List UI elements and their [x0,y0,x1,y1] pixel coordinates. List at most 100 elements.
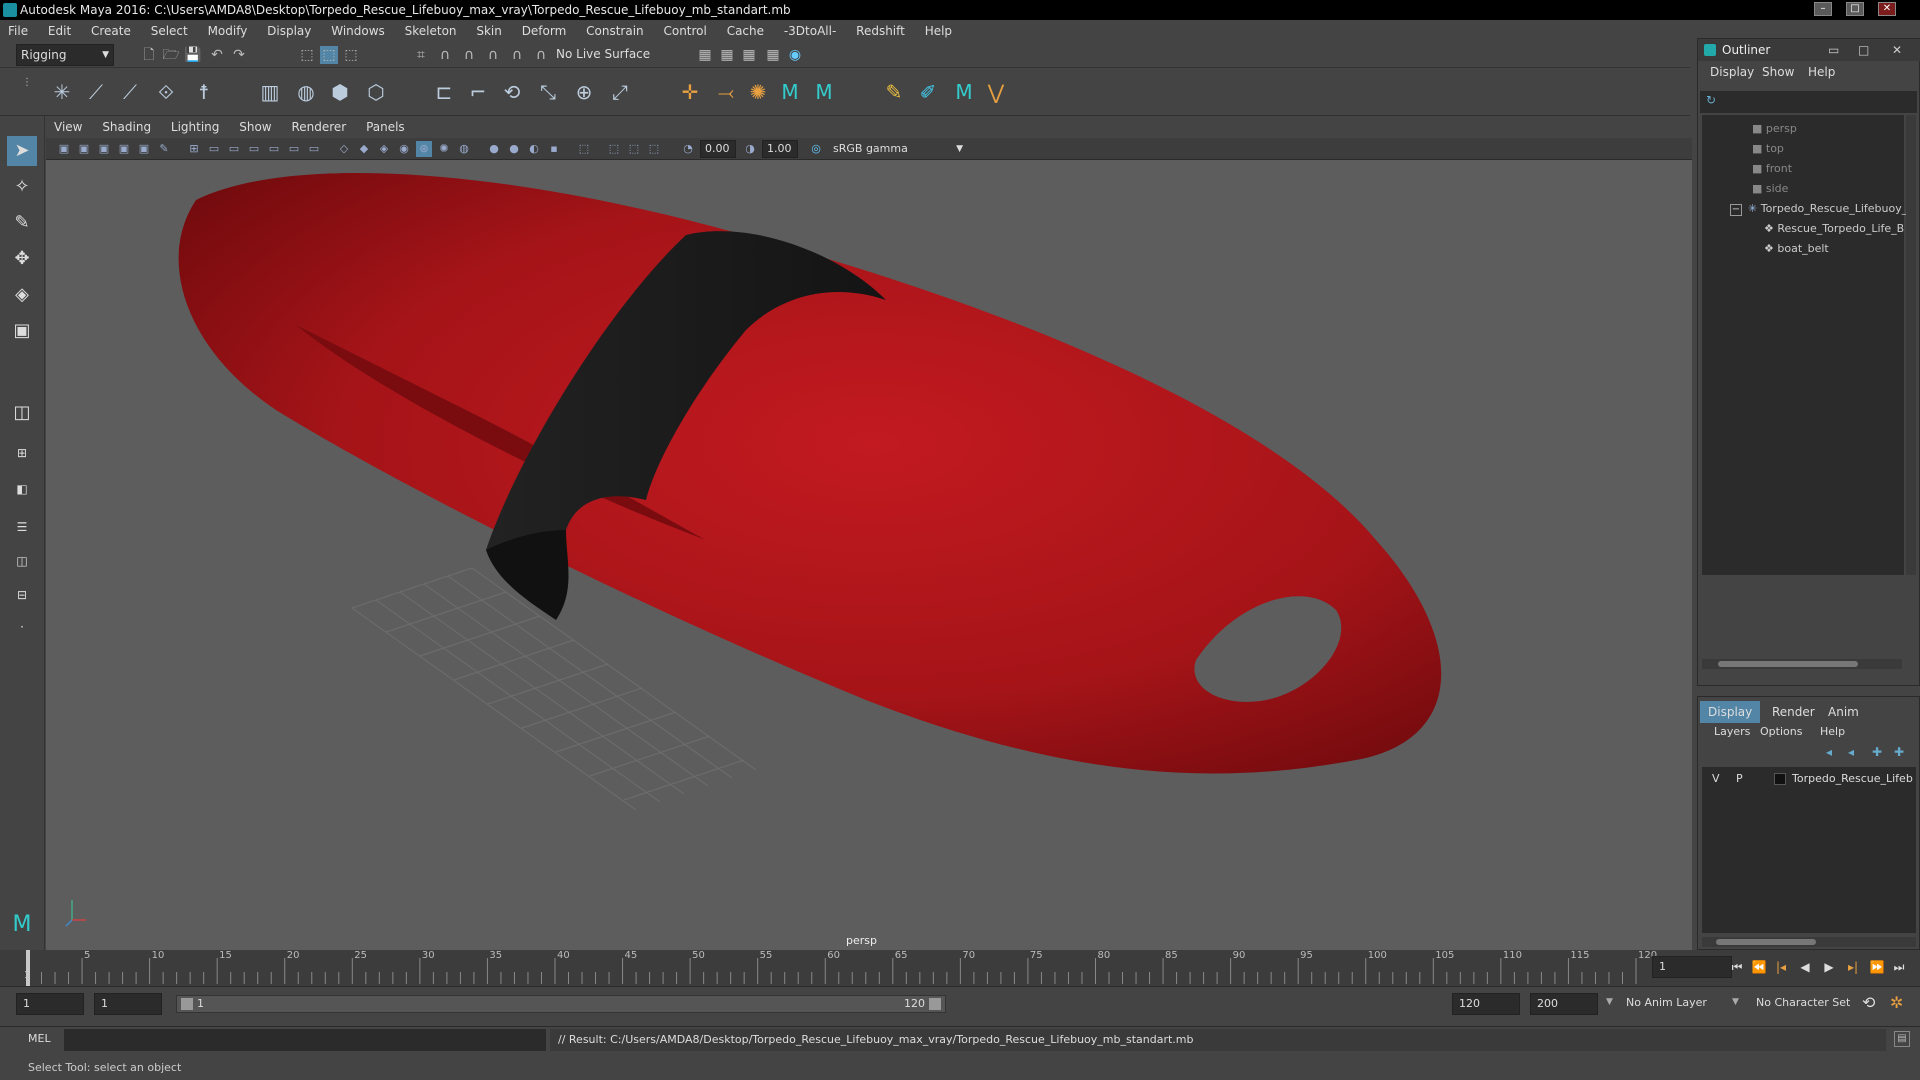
layer-row[interactable]: V P Torpedo_Rescue_Lifeb [1702,769,1916,789]
layout-two-icon[interactable]: ◧ [7,474,37,504]
mash-tool-icon[interactable]: M [950,78,978,106]
play-forward-icon[interactable]: ▶ [1820,958,1838,976]
field-chart-icon[interactable]: ▭ [266,141,282,157]
layers-menu-layers[interactable]: Layers [1714,725,1750,738]
grid-toggle-icon[interactable]: ⊞ [186,141,202,157]
constraint-aim-icon[interactable]: ⊕ [570,78,598,106]
outliner-search-field[interactable]: ↻ [1700,91,1917,113]
color-management-icon[interactable]: ◎ [808,141,824,157]
maximize-button[interactable]: □ [1846,2,1864,16]
refresh-icon[interactable]: ↻ [1706,93,1716,107]
menu-windows[interactable]: Windows [323,20,393,42]
make-live-icon[interactable]: ∩ [532,46,550,64]
range-start-handle[interactable] [181,998,193,1010]
outliner-item-boat-belt[interactable]: ❖ boat_belt [1764,239,1829,259]
select-hierarchy-icon[interactable]: ⬚ [298,46,316,64]
lasso-tool-icon[interactable]: ✧ [7,172,37,202]
outliner-hscrollbar[interactable] [1702,659,1902,669]
smooth-bind-icon[interactable]: ◍ [292,78,320,106]
expand-toggle-icon[interactable]: − [1730,204,1742,216]
brush-icon[interactable]: ✐ [914,78,942,106]
motion-blur-icon[interactable]: ● [486,141,502,157]
maya-m-icon[interactable]: M [7,910,37,940]
playback-end-field[interactable]: 120 [1452,993,1520,1015]
panel-menu-shading[interactable]: Shading [94,116,159,138]
live-surface-label[interactable]: No Live Surface [556,47,650,61]
snap-view-icon[interactable]: ∩ [484,46,502,64]
minimize-button[interactable]: – [1814,2,1832,16]
menu-cache[interactable]: Cache [719,20,772,42]
menu-skin[interactable]: Skin [468,20,510,42]
layer-color-swatch[interactable] [1774,773,1786,785]
step-forward-icon[interactable]: ⏩ [1868,958,1886,976]
go-to-end-icon[interactable]: ⏭ [1890,958,1908,976]
lattice-icon[interactable]: ⬢ [326,78,354,106]
layer-playback[interactable]: P [1736,769,1743,789]
smooth-shade-icon[interactable]: ◆ [356,141,372,157]
play-backward-icon[interactable]: ◀ [1796,958,1814,976]
menu-set-dropdown[interactable]: Rigging ▼ [16,44,114,66]
menu-3dtoall[interactable]: -3DtoAll- [776,20,844,42]
constraint-parent-icon[interactable]: ⊏ [430,78,458,106]
colorspace-dropdown[interactable]: sRGB gamma ▼ [828,140,968,158]
locator-icon[interactable]: ✛ [676,78,704,106]
menu-select[interactable]: Select [143,20,196,42]
outliner-maximize-icon[interactable]: □ [1858,39,1869,61]
outliner-vscrollbar[interactable] [1906,115,1916,575]
range-bar[interactable]: 1 120 [176,995,946,1013]
outliner-menu-display[interactable]: Display [1710,65,1754,79]
character-set-dropdown[interactable]: No Character Set [1756,996,1850,1009]
safe-action-icon[interactable]: ▭ [286,141,302,157]
menu-skeleton[interactable]: Skeleton [397,20,465,42]
layers-menu-options[interactable]: Options [1760,725,1802,738]
outliner-item-front[interactable]: ■ front [1752,159,1792,179]
select-object-icon[interactable]: ⬚ [320,46,338,64]
vertex-icon[interactable]: ⋁ [982,78,1010,106]
wireframe-on-shaded-icon[interactable]: ◈ [376,141,392,157]
end-time-field[interactable]: 200 [1530,993,1598,1015]
new-layer-icon[interactable]: ✚ [1872,745,1882,759]
new-scene-icon[interactable]: 🗋 [140,46,158,64]
outliner-item-rescue-torpedo[interactable]: ❖ Rescue_Torpedo_Life_B [1764,219,1904,239]
grease-pencil-icon[interactable]: ✎ [156,141,172,157]
select-tool-icon[interactable]: ➤ [7,136,37,166]
gate-mask-icon[interactable]: ▭ [246,141,262,157]
close-button[interactable]: ✕ [1878,2,1896,16]
start-time-field[interactable]: 1 [16,993,84,1015]
new-layer-selected-icon[interactable]: ✚ [1894,745,1904,759]
layout-graph-icon[interactable]: ◫ [7,546,37,576]
tab-render[interactable]: Render [1764,701,1823,723]
constraint-orient-icon[interactable]: ⟲ [498,78,526,106]
move-tool-icon[interactable]: ✥ [7,244,37,274]
layers-menu-help[interactable]: Help [1820,725,1845,738]
layer-visibility[interactable]: V [1712,769,1720,789]
textured-icon[interactable]: ◉ [396,141,412,157]
panel-menu-show[interactable]: Show [231,116,279,138]
select-component-icon[interactable]: ⬚ [342,46,360,64]
outliner-hscroll-thumb[interactable] [1718,661,1858,667]
layout-options-icon[interactable]: · [7,612,37,642]
depth-of-field-icon[interactable]: ◐ [526,141,542,157]
menu-modify[interactable]: Modify [200,20,256,42]
xray-icon[interactable]: ⬚ [576,141,592,157]
layer-name[interactable]: Torpedo_Rescue_Lifeb [1792,769,1913,789]
step-forward-key-icon[interactable]: ▸| [1844,958,1862,976]
2d-pan-icon[interactable]: ▣ [136,141,152,157]
ipr-render-icon[interactable]: ▦ [718,46,736,64]
snap-point-icon[interactable]: ∩ [460,46,478,64]
menu-constrain[interactable]: Constrain [578,20,652,42]
move-layer-down-icon[interactable]: ◂ [1848,745,1854,759]
outliner-menu-help[interactable]: Help [1808,65,1835,79]
chevron-down-icon[interactable]: ▼ [1606,997,1613,1007]
safe-title-icon[interactable]: ▭ [306,141,322,157]
outliner-item-side[interactable]: ■ side [1752,179,1788,199]
cluster-icon[interactable]: ⬡ [362,78,390,106]
layers-hscrollbar[interactable] [1702,937,1916,947]
snap-grid-icon[interactable]: ⌗ [412,46,430,64]
current-time-marker[interactable] [26,950,30,986]
paint-weights-icon[interactable]: ✎ [880,78,908,106]
layout-outliner-icon[interactable]: ☰ [7,512,37,542]
anim-prefs-icon[interactable]: ✲ [1890,993,1903,1012]
lights-icon[interactable]: ⊛ [416,141,432,157]
save-scene-icon[interactable]: 💾 [184,46,202,64]
